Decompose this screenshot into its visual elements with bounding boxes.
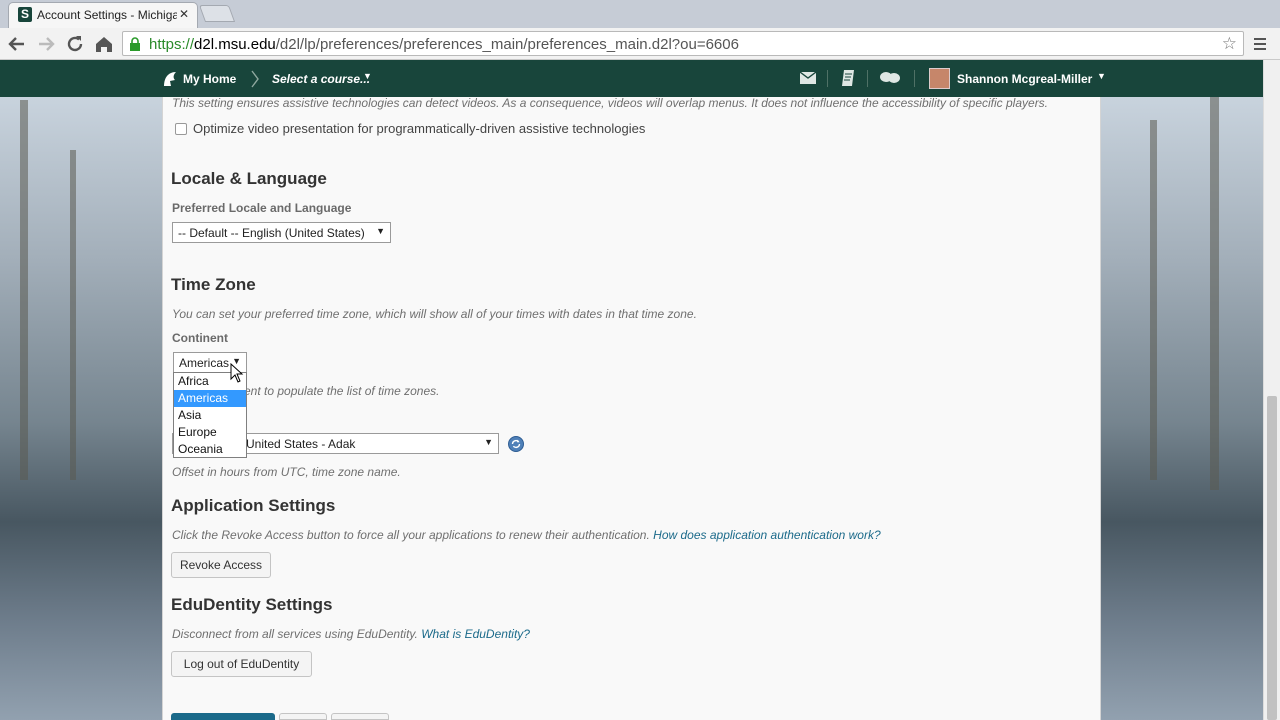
mail-icon[interactable] <box>800 72 816 84</box>
save-button[interactable] <box>171 713 275 720</box>
forward-arrow-icon[interactable] <box>34 32 58 56</box>
back-arrow-icon[interactable] <box>5 32 29 56</box>
edudentity-logout-button[interactable]: Log out of EduDentity <box>171 651 312 677</box>
revoke-access-button[interactable]: Revoke Access <box>171 552 271 578</box>
continent-option[interactable]: Oceania <box>174 441 246 458</box>
scrollbar-thumb[interactable] <box>1267 396 1277 720</box>
mouse-cursor-icon <box>230 363 244 383</box>
new-tab-button[interactable] <box>198 5 236 22</box>
nav-divider <box>867 70 868 87</box>
chevron-down-icon[interactable]: ▼ <box>363 71 372 81</box>
edudentity-note: Disconnect from all services using EduDe… <box>172 627 530 641</box>
spartan-helmet-icon[interactable] <box>162 70 178 87</box>
tab-title: Account Settings - Michigan State Univer… <box>37 8 177 22</box>
minimize-button[interactable] <box>1217 0 1247 20</box>
timezone-note: You can set your preferred time zone, wh… <box>172 307 697 321</box>
msu-favicon-icon: S <box>18 7 32 22</box>
edudentity-help-link[interactable]: What is EduDentity? <box>421 627 530 641</box>
app-settings-heading: Application Settings <box>171 496 336 515</box>
app-settings-note: Click the Revoke Access button to force … <box>172 528 881 542</box>
close-tab-icon[interactable]: ✕ <box>179 7 189 21</box>
continent-hint: ent to populate the list of time zones. <box>244 384 440 398</box>
breadcrumb-chevron-icon <box>251 70 259 88</box>
edudentity-heading: EduDentity Settings <box>171 595 333 614</box>
continent-option[interactable]: Europe <box>174 424 246 441</box>
video-note: This setting ensures assistive technolog… <box>172 96 1049 110</box>
chevron-down-icon: ▼ <box>484 437 493 447</box>
browser-toolbar: https://d2l.msu.edu/d2l/lp/preferences/p… <box>0 28 1280 60</box>
address-bar[interactable]: https://d2l.msu.edu/d2l/lp/preferences/p… <box>122 31 1244 56</box>
chat-icon[interactable] <box>879 71 901 85</box>
page-scrollbar[interactable] <box>1263 60 1280 720</box>
window-controls <box>1217 0 1280 20</box>
course-selector[interactable]: Select a course... <box>272 72 370 86</box>
locale-heading: Locale & Language <box>171 169 327 188</box>
chevron-down-icon: ▼ <box>376 226 385 236</box>
cancel-button[interactable] <box>331 713 389 720</box>
bookmark-star-icon[interactable]: ☆ <box>1222 34 1237 54</box>
browser-menu-icon[interactable] <box>1252 34 1268 54</box>
news-icon[interactable] <box>841 69 857 87</box>
continent-option[interactable]: Asia <box>174 407 246 424</box>
avatar[interactable] <box>929 68 950 89</box>
timezone-heading: Time Zone <box>171 275 256 294</box>
offset-note: Offset in hours from UTC, time zone name… <box>172 465 401 479</box>
chevron-down-icon[interactable]: ▼ <box>1097 71 1106 81</box>
nav-divider <box>827 70 828 87</box>
continent-dropdown-list: Africa Americas Asia Europe Oceania <box>173 372 247 458</box>
optimize-video-label[interactable]: Optimize video presentation for programm… <box>193 121 645 136</box>
app-auth-help-link[interactable]: How does application authentication work… <box>653 528 880 542</box>
lock-icon <box>130 37 140 51</box>
browser-tabstrip: S Account Settings - Michigan State Univ… <box>0 0 1280 28</box>
browser-tab[interactable]: S Account Settings - Michigan State Univ… <box>8 2 198 28</box>
locale-label: Preferred Locale and Language <box>172 201 352 215</box>
maximize-button[interactable] <box>1250 0 1280 20</box>
my-home-link[interactable]: My Home <box>183 72 236 86</box>
d2l-navbar: My Home Select a course... ▼ Shannon Mcg… <box>0 60 1263 97</box>
home-icon[interactable] <box>92 32 116 56</box>
optimize-video-checkbox[interactable] <box>175 123 187 135</box>
refresh-icon[interactable] <box>508 436 524 452</box>
nav-divider <box>914 70 915 87</box>
url-text: https://d2l.msu.edu/d2l/lp/preferences/p… <box>149 36 739 53</box>
continent-option-selected[interactable]: Americas <box>174 390 246 407</box>
secondary-button[interactable] <box>279 713 327 720</box>
user-menu[interactable]: Shannon Mcgreal-Miller <box>957 72 1092 86</box>
reload-icon[interactable] <box>63 32 87 56</box>
locale-select[interactable]: -- Default -- English (United States) ▼ <box>172 222 391 243</box>
continent-label: Continent <box>172 331 228 345</box>
